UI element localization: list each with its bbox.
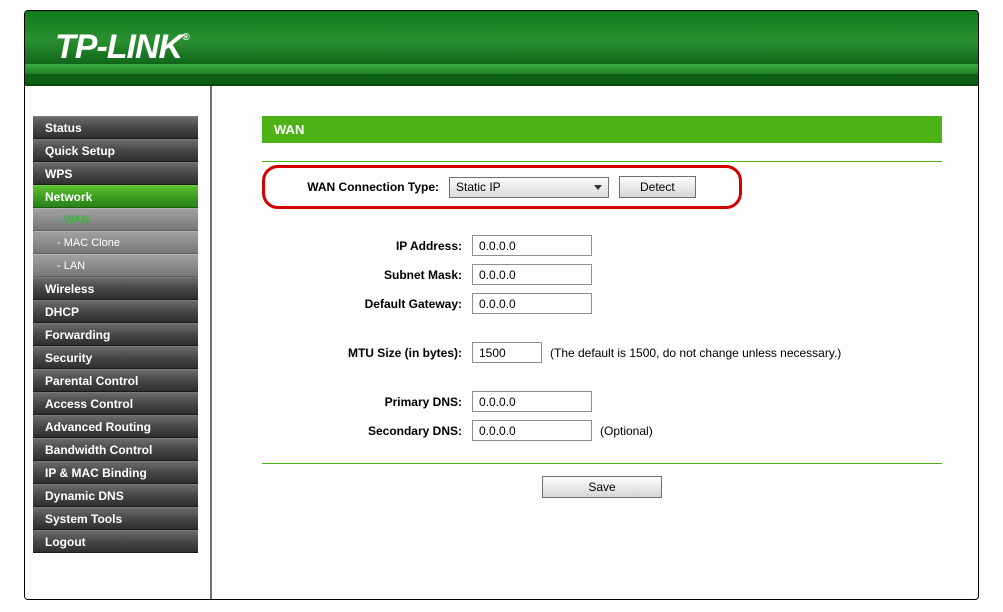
router-admin-window: TP-LINK® StatusQuick SetupWPSNetwork- WA…	[24, 10, 979, 600]
sidebar-item[interactable]: Wireless	[33, 277, 198, 300]
save-button[interactable]: Save	[542, 476, 662, 498]
connection-type-value: Static IP	[456, 180, 501, 194]
primary-dns-label: Primary DNS:	[262, 395, 472, 409]
sidebar-item[interactable]: Quick Setup	[33, 139, 198, 162]
sidebar-item[interactable]: IP & MAC Binding	[33, 461, 198, 484]
save-row: Save	[262, 463, 942, 498]
trademark: ®	[182, 32, 188, 43]
divider	[262, 161, 942, 162]
mtu-size-label: MTU Size (in bytes):	[262, 346, 472, 360]
sidebar-subitem[interactable]: - MAC Clone	[33, 231, 198, 254]
ip-address-label: IP Address:	[262, 239, 472, 253]
sidebar-subitem[interactable]: - LAN	[33, 254, 198, 277]
sidebar-item[interactable]: Forwarding	[33, 323, 198, 346]
subnet-mask-label: Subnet Mask:	[262, 268, 472, 282]
sidebar-item[interactable]: System Tools	[33, 507, 198, 530]
detect-button[interactable]: Detect	[619, 176, 696, 198]
secondary-dns-label: Secondary DNS:	[262, 424, 472, 438]
mtu-size-input[interactable]	[472, 342, 542, 363]
subnet-mask-input[interactable]	[472, 264, 592, 285]
sidebar-item[interactable]: Dynamic DNS	[33, 484, 198, 507]
mtu-size-hint: (The default is 1500, do not change unle…	[550, 346, 841, 360]
default-gateway-label: Default Gateway:	[262, 297, 472, 311]
sidebar-item[interactable]: Bandwidth Control	[33, 438, 198, 461]
sidebar-item[interactable]: Parental Control	[33, 369, 198, 392]
connection-type-label: WAN Connection Type:	[279, 180, 439, 194]
main-panel: WAN WAN Connection Type: Static IP Detec…	[212, 86, 978, 599]
sidebar: StatusQuick SetupWPSNetwork- WAN- MAC Cl…	[25, 86, 200, 599]
sidebar-item[interactable]: WPS	[33, 162, 198, 185]
sidebar-item[interactable]: Status	[33, 116, 198, 139]
primary-dns-input[interactable]	[472, 391, 592, 412]
brand-text: TP-LINK	[55, 28, 182, 66]
secondary-dns-input[interactable]	[472, 420, 592, 441]
brand-logo: TP-LINK®	[55, 28, 188, 67]
secondary-dns-hint: (Optional)	[600, 424, 653, 438]
sidebar-subitem[interactable]: - WAN	[33, 208, 198, 231]
connection-type-highlight: WAN Connection Type: Static IP Detect	[262, 165, 742, 209]
sidebar-item[interactable]: Advanced Routing	[33, 415, 198, 438]
header: TP-LINK®	[25, 11, 978, 86]
sidebar-item[interactable]: Access Control	[33, 392, 198, 415]
chevron-down-icon	[594, 185, 602, 190]
sidebar-item[interactable]: Network	[33, 185, 198, 208]
connection-type-dropdown[interactable]: Static IP	[449, 177, 609, 198]
ip-address-input[interactable]	[472, 235, 592, 256]
default-gateway-input[interactable]	[472, 293, 592, 314]
header-stripe	[25, 64, 978, 74]
sidebar-item[interactable]: Logout	[33, 530, 198, 553]
page-title: WAN	[262, 116, 942, 143]
sidebar-item[interactable]: Security	[33, 346, 198, 369]
sidebar-item[interactable]: DHCP	[33, 300, 198, 323]
